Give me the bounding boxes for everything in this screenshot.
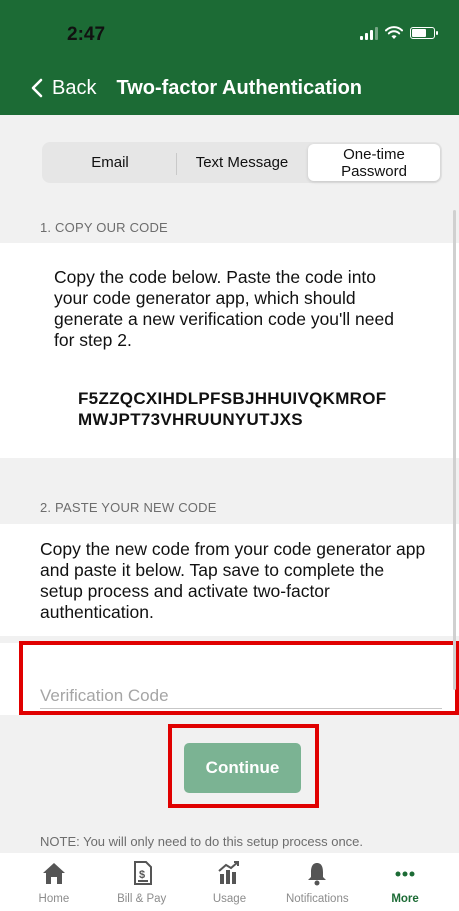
chevron-left-icon (31, 78, 43, 98)
continue-button[interactable]: Continue (184, 743, 301, 793)
tab-bill-pay-label: Bill & Pay (117, 893, 167, 905)
step2-card: Copy the new code from your code generat… (0, 524, 459, 636)
secret-code-line-2: MWJPT73VHRUUNYUTJXS (78, 410, 303, 429)
tab-notifications-label: Notifications (285, 893, 349, 905)
more-icon (395, 871, 415, 877)
back-button[interactable]: Back (30, 77, 96, 100)
home-icon (42, 863, 65, 884)
segment-one-time-password[interactable]: One-time Password (308, 144, 440, 181)
method-segmented-control: Email Text Message One-time Password (42, 142, 442, 183)
secret-code-line-1: F5ZZQCXIHDLPFSBJHHUIVQKMROF (78, 389, 387, 408)
bill-icon: $ (133, 861, 152, 885)
battery-icon (410, 27, 438, 39)
segment-one-time-password-label: One-time Password (341, 145, 407, 180)
verification-code-input[interactable] (40, 683, 442, 709)
status-time: 2:47 (67, 24, 106, 45)
tab-usage[interactable]: Usage (189, 859, 269, 911)
header-bar: 2:47 Back Two-factor Authentication (0, 0, 459, 115)
segment-area: Email Text Message One-time Password (0, 115, 459, 212)
nav-bar: Back Two-factor Authentication (0, 66, 459, 110)
step2-instructions: Copy the new code from your code generat… (40, 539, 426, 622)
status-icons (360, 26, 438, 40)
tab-home[interactable]: Home (14, 859, 94, 911)
tab-more[interactable]: More (365, 859, 445, 911)
signal-icon (360, 26, 378, 40)
tab-bill-pay[interactable]: $ Bill & Pay (102, 859, 182, 911)
page-title: Two-factor Authentication (116, 76, 363, 99)
wifi-icon (385, 26, 403, 39)
step1-header: 1. COPY OUR CODE (40, 219, 168, 235)
tab-home-label: Home (38, 893, 70, 905)
secret-code[interactable]: F5ZZQCXIHDLPFSBJHHUIVQKMROF MWJPT73VHRUU… (78, 388, 386, 430)
step1-card: Copy the code below. Paste the code into… (0, 243, 459, 458)
segment-text-message[interactable]: Text Message (176, 144, 308, 181)
tab-more-label: More (391, 893, 419, 905)
setup-note: NOTE: You will only need to do this setu… (40, 834, 364, 849)
segment-email[interactable]: Email (44, 144, 176, 181)
step1-instructions: Copy the code below. Paste the code into… (54, 267, 394, 350)
tab-bar: Home $ Bill & Pay Usage Notifications Mo… (0, 853, 459, 911)
svg-text:$: $ (139, 869, 145, 881)
bell-icon (308, 863, 327, 886)
back-label: Back (52, 76, 97, 99)
usage-chart-icon (218, 861, 240, 884)
scrollbar[interactable] (453, 210, 456, 690)
tab-usage-label: Usage (212, 893, 247, 905)
app-screen: 2:47 Back Two-factor Authentication Emai… (0, 0, 459, 911)
step2-header: 2. PASTE YOUR NEW CODE (40, 499, 217, 515)
tab-notifications[interactable]: Notifications (277, 859, 357, 911)
